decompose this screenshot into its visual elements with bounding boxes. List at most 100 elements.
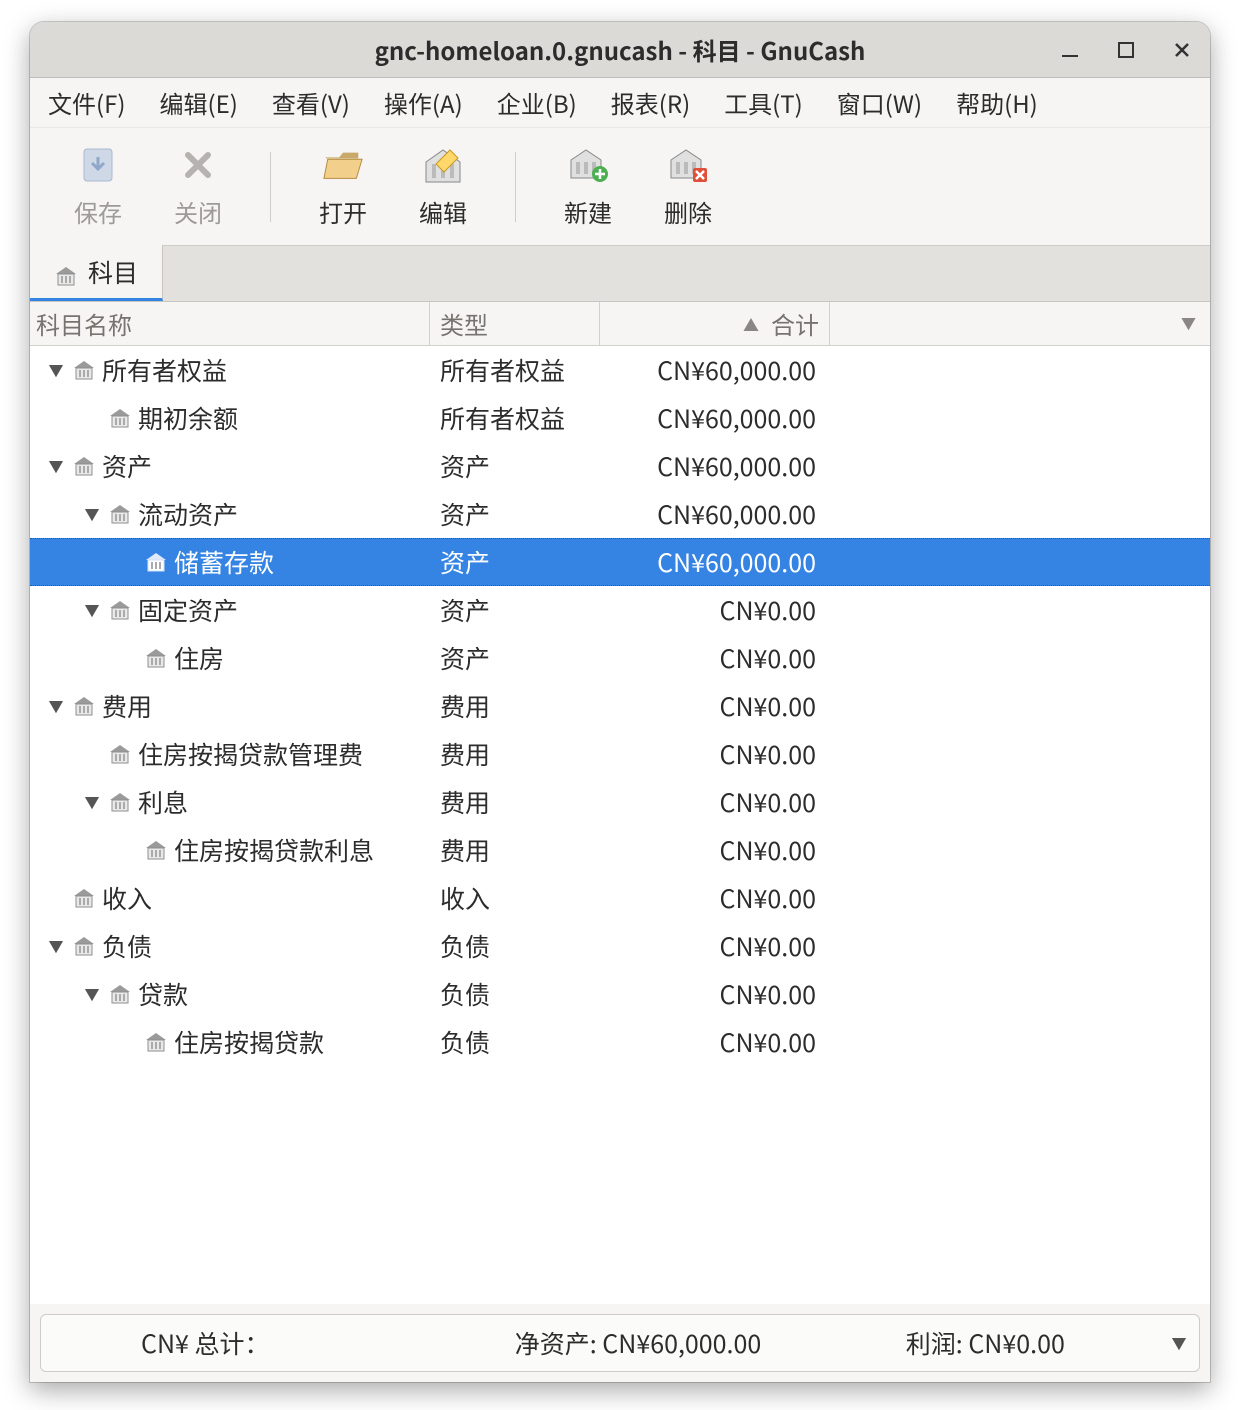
tree-expander-icon[interactable]: ▼ — [82, 504, 102, 525]
account-type: 资产 — [430, 640, 600, 676]
tree-expander-icon[interactable]: ▼ — [82, 792, 102, 813]
menu-edit[interactable]: 编辑(E) — [149, 79, 247, 126]
save-button: 保存 — [48, 144, 148, 229]
statusbar-dropdown-icon[interactable]: ▼ — [1159, 1333, 1199, 1354]
account-total: CN¥0.00 — [600, 736, 830, 772]
account-type: 费用 — [430, 832, 600, 868]
status-net-assets: 净资产: CN¥60,000.00 — [464, 1325, 811, 1361]
tree-expander-icon[interactable]: ▼ — [46, 456, 66, 477]
status-currency-total: CN¥ 总计： — [41, 1325, 464, 1361]
account-total: CN¥0.00 — [600, 928, 830, 964]
account-row[interactable]: ▼所有者权益所有者权益CN¥60,000.00 — [30, 346, 1210, 394]
account-type: 负债 — [430, 1024, 600, 1060]
account-name: 资产 — [102, 448, 152, 484]
column-header-type[interactable]: 类型 — [430, 302, 600, 345]
menu-view[interactable]: 查看(V) — [262, 79, 360, 126]
accounts-icon — [54, 260, 78, 284]
account-type: 所有者权益 — [430, 352, 600, 388]
delete-button[interactable]: 删除 — [638, 144, 738, 229]
statusbar[interactable]: CN¥ 总计： 净资产: CN¥60,000.00 利润: CN¥0.00 ▼ — [40, 1314, 1200, 1372]
table-header: 科目名称 类型 ▲ 合计 ▼ — [30, 302, 1210, 346]
tree-expander-icon[interactable]: ▼ — [82, 600, 102, 621]
column-header-options[interactable]: ▼ — [830, 302, 1210, 345]
new-label: 新建 — [564, 194, 612, 229]
tree-expander-icon[interactable]: ▼ — [82, 984, 102, 1005]
account-row[interactable]: ▼负债负债CN¥0.00 — [30, 922, 1210, 970]
sort-ascending-icon: ▲ — [743, 312, 759, 336]
account-icon — [108, 502, 132, 526]
menu-reports[interactable]: 报表(R) — [601, 79, 700, 126]
account-total: CN¥0.00 — [600, 688, 830, 724]
menu-business[interactable]: 企业(B) — [487, 79, 587, 126]
account-type: 费用 — [430, 784, 600, 820]
accounts-tree[interactable]: ▼所有者权益所有者权益CN¥60,000.00期初余额所有者权益CN¥60,00… — [30, 346, 1210, 1304]
account-name: 贷款 — [138, 976, 188, 1012]
account-icon — [72, 358, 96, 382]
account-type: 资产 — [430, 448, 600, 484]
save-label: 保存 — [74, 194, 122, 229]
menu-tools[interactable]: 工具(T) — [714, 79, 813, 126]
account-row[interactable]: ▼贷款负债CN¥0.00 — [30, 970, 1210, 1018]
account-type: 负债 — [430, 976, 600, 1012]
account-icon — [72, 454, 96, 478]
column-header-name[interactable]: 科目名称 — [30, 302, 430, 345]
account-icon — [72, 934, 96, 958]
account-icon — [144, 838, 168, 862]
toolbar-separator — [270, 152, 271, 222]
account-name: 住房按揭贷款 — [174, 1024, 324, 1060]
edit-button[interactable]: 编辑 — [393, 144, 493, 229]
account-row[interactable]: ▼利息费用CN¥0.00 — [30, 778, 1210, 826]
account-row[interactable]: ▼ 固定资产 资产CN¥0.00 — [30, 586, 1210, 634]
account-row[interactable]: 收入收入CN¥0.00 — [30, 874, 1210, 922]
account-total: CN¥0.00 — [600, 592, 830, 628]
account-row[interactable]: ▼费用费用CN¥0.00 — [30, 682, 1210, 730]
account-row[interactable]: ▼资产资产CN¥60,000.00 — [30, 442, 1210, 490]
menubar: 文件(F) 编辑(E) 查看(V) 操作(A) 企业(B) 报表(R) 工具(T… — [30, 78, 1210, 128]
app-window: gnc-homeloan.0.gnucash - 科目 - GnuCash 文件… — [30, 22, 1210, 1382]
account-row[interactable]: 期初余额所有者权益CN¥60,000.00 — [30, 394, 1210, 442]
account-row[interactable]: ▼流动资产资产CN¥60,000.00 — [30, 490, 1210, 538]
account-row[interactable]: 住房资产CN¥0.00 — [30, 634, 1210, 682]
tree-expander-icon[interactable]: ▼ — [46, 936, 66, 957]
account-name: 所有者权益 — [102, 352, 227, 388]
window-title: gnc-homeloan.0.gnucash - 科目 - GnuCash — [30, 32, 1210, 67]
titlebar: gnc-homeloan.0.gnucash - 科目 - GnuCash — [30, 22, 1210, 78]
menu-actions[interactable]: 操作(A) — [374, 79, 473, 126]
folder-open-icon — [322, 144, 364, 186]
tree-expander-icon[interactable]: ▼ — [46, 360, 66, 381]
account-row[interactable]: 住房按揭贷款 负债CN¥0.00 — [30, 1018, 1210, 1066]
edit-account-icon — [422, 144, 464, 186]
account-type: 费用 — [430, 736, 600, 772]
account-name: 固定资产 — [138, 592, 238, 628]
tab-accounts[interactable]: 科目 — [30, 245, 163, 301]
maximize-button[interactable] — [1112, 36, 1140, 64]
account-total: CN¥0.00 — [600, 640, 830, 676]
new-button[interactable]: 新建 — [538, 144, 638, 229]
tree-expander-icon[interactable]: ▼ — [46, 696, 66, 717]
account-type: 资产 — [430, 592, 600, 628]
tab-accounts-label: 科目 — [88, 254, 138, 290]
account-name: 收入 — [102, 880, 152, 916]
close-label: 关闭 — [174, 194, 222, 229]
account-name: 负债 — [102, 928, 152, 964]
account-icon — [72, 694, 96, 718]
account-total: CN¥0.00 — [600, 1024, 830, 1060]
status-profit: 利润: CN¥0.00 — [812, 1325, 1159, 1361]
account-name: 利息 — [138, 784, 188, 820]
account-total: CN¥60,000.00 — [600, 400, 830, 436]
close-button[interactable] — [1168, 36, 1196, 64]
account-type: 收入 — [430, 880, 600, 916]
menu-help[interactable]: 帮助(H) — [946, 79, 1048, 126]
account-row[interactable]: 储蓄存款资产CN¥60,000.00 — [30, 538, 1210, 586]
menu-file[interactable]: 文件(F) — [38, 79, 135, 126]
open-button[interactable]: 打开 — [293, 144, 393, 229]
account-icon — [108, 790, 132, 814]
account-icon — [108, 982, 132, 1006]
account-total: CN¥60,000.00 — [600, 352, 830, 388]
account-row[interactable]: 住房按揭贷款利息费用CN¥0.00 — [30, 826, 1210, 874]
minimize-button[interactable] — [1056, 36, 1084, 64]
menu-window[interactable]: 窗口(W) — [827, 79, 932, 126]
column-header-total[interactable]: ▲ 合计 — [600, 302, 830, 345]
account-row[interactable]: 住房按揭贷款管理费费用CN¥0.00 — [30, 730, 1210, 778]
account-icon — [108, 742, 132, 766]
